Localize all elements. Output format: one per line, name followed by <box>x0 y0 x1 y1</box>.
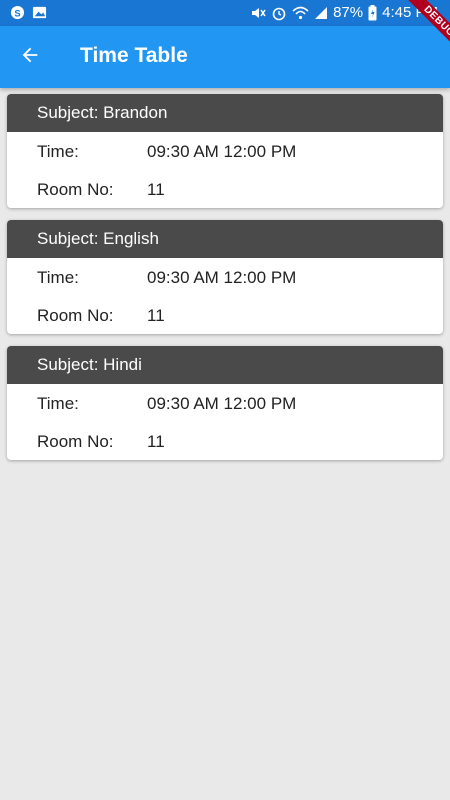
status-bar: S 87% 4:45 PM <box>0 0 450 26</box>
room-value: 11 <box>147 432 165 451</box>
card-room-row: Room No: 11 <box>7 170 443 208</box>
room-label: Room No: <box>37 432 114 451</box>
app-bar: Time Table <box>0 26 450 88</box>
card-time-row: Time: 09:30 AM 12:00 PM <box>7 384 443 422</box>
page-title: Time Table <box>80 44 188 67</box>
card-time-row: Time: 09:30 AM 12:00 PM <box>7 258 443 296</box>
timetable-list: Subject: Brandon Time: 09:30 AM 12:00 PM… <box>7 94 443 472</box>
card-room-row: Room No: 11 <box>7 296 443 334</box>
status-right-icons: 87% 4:45 PM <box>250 4 438 22</box>
status-left-icons: S <box>10 5 47 20</box>
time-label: Time: <box>37 142 79 161</box>
timetable-card: Subject: Hindi Time: 09:30 AM 12:00 PM R… <box>7 346 443 460</box>
battery-icon <box>368 5 377 21</box>
time-label: Time: <box>37 268 79 287</box>
card-subject-header: Subject: Hindi <box>7 346 443 384</box>
timetable-card: Subject: English Time: 09:30 AM 12:00 PM… <box>7 220 443 334</box>
time-value: 09:30 AM 12:00 PM <box>147 142 297 161</box>
skype-icon: S <box>10 5 25 20</box>
battery-percentage: 87% <box>333 4 364 21</box>
signal-icon <box>314 6 328 20</box>
back-button[interactable] <box>14 41 46 73</box>
room-value: 11 <box>147 180 165 199</box>
card-room-row: Room No: 11 <box>7 422 443 460</box>
wifi-icon <box>292 5 309 21</box>
arrow-left-icon <box>19 44 41 71</box>
image-icon <box>32 5 47 20</box>
time-value: 09:30 AM 12:00 PM <box>147 394 297 413</box>
room-label: Room No: <box>37 180 114 199</box>
room-label: Room No: <box>37 306 114 325</box>
mute-icon <box>250 5 266 21</box>
svg-text:S: S <box>14 8 20 18</box>
time-label: Time: <box>37 394 79 413</box>
room-value: 11 <box>147 306 165 325</box>
alarm-icon <box>271 5 287 21</box>
timetable-card: Subject: Brandon Time: 09:30 AM 12:00 PM… <box>7 94 443 208</box>
status-clock: 4:45 PM <box>382 4 438 21</box>
time-value: 09:30 AM 12:00 PM <box>147 268 297 287</box>
card-subject-header: Subject: English <box>7 220 443 258</box>
card-subject-header: Subject: Brandon <box>7 94 443 132</box>
card-time-row: Time: 09:30 AM 12:00 PM <box>7 132 443 170</box>
